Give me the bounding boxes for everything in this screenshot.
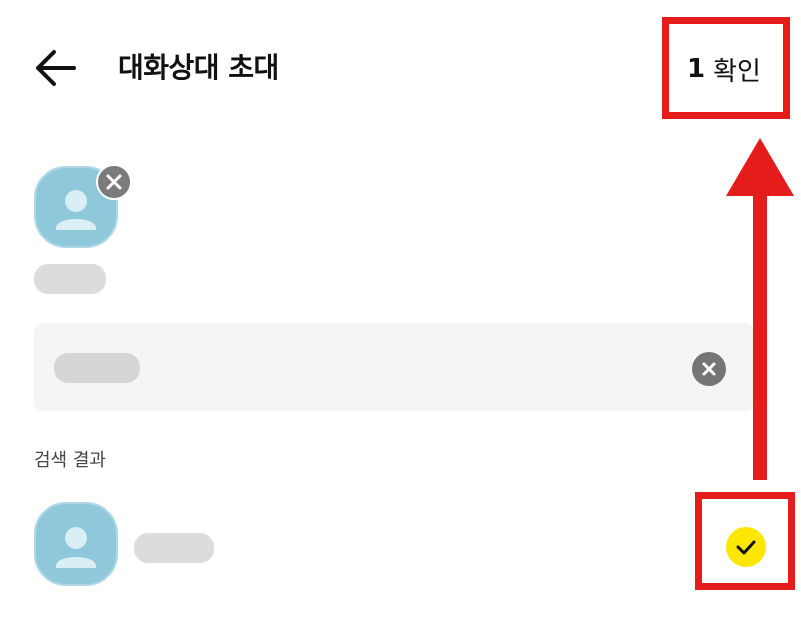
page-title: 대화상대 초대 <box>118 51 279 84</box>
close-icon <box>106 174 122 190</box>
annotation-arrow <box>726 138 794 480</box>
result-name-redacted <box>134 533 214 563</box>
person-icon <box>56 527 96 568</box>
annotation-box-check <box>695 492 795 590</box>
search-results-label: 검색 결과 <box>34 450 106 471</box>
annotation-box-confirm <box>662 17 790 119</box>
selected-name-redacted <box>34 264 106 294</box>
search-input[interactable] <box>34 323 754 411</box>
result-row[interactable] <box>0 494 801 598</box>
result-avatar <box>34 502 118 586</box>
back-button[interactable] <box>30 42 86 94</box>
remove-selected-button[interactable] <box>96 164 132 200</box>
arrow-left-icon <box>36 50 76 86</box>
search-value-redacted <box>54 353 140 383</box>
